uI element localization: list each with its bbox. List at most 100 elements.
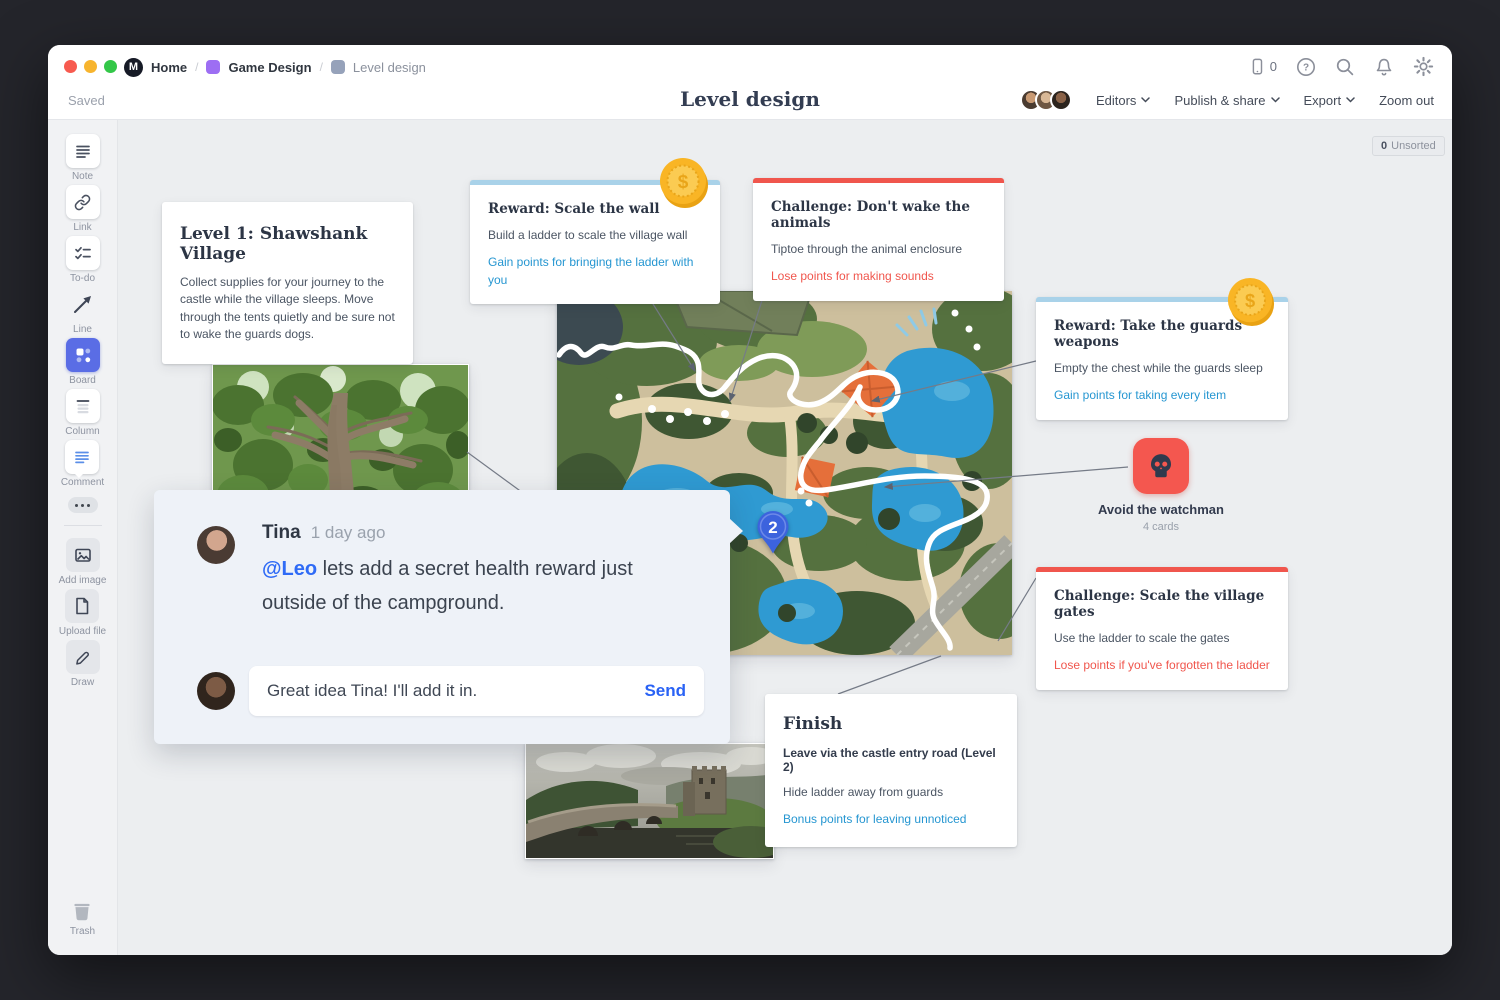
editors-label: Editors (1096, 93, 1136, 108)
draw-icon (66, 640, 100, 674)
avatar (197, 672, 235, 710)
note-card-reward-wall[interactable]: $ Reward: Scale the wall Build a ladder … (470, 180, 720, 304)
column-icon (66, 389, 100, 423)
link-icon (66, 185, 100, 219)
chevron-down-icon (1271, 97, 1280, 103)
sidebar-item-upload-file[interactable]: Upload file (59, 589, 106, 637)
sidebar-item-label: Board (69, 375, 96, 386)
sidebar-item-link[interactable]: Link (66, 185, 100, 233)
project-board-icon (206, 60, 220, 74)
editors-menu[interactable]: Editors (1096, 93, 1150, 108)
header: M Home / Game Design / Level design 0 ? (48, 45, 1452, 120)
phone-icon (1248, 57, 1266, 77)
publish-share-menu[interactable]: Publish & share (1174, 93, 1279, 108)
search-button[interactable] (1335, 57, 1355, 77)
zoom-out-button[interactable]: Zoom out (1379, 93, 1434, 108)
breadcrumb-separator: / (320, 60, 323, 74)
sidebar-item-column[interactable]: Column (65, 389, 99, 437)
svg-text:2: 2 (768, 518, 777, 537)
sidebar-item-label: Add image (59, 575, 107, 586)
header-icons: 0 ? (1248, 56, 1434, 77)
board-canvas[interactable]: 0Unsorted (118, 120, 1452, 955)
note-card-level1[interactable]: Level 1: Shawshank Village Collect suppl… (162, 202, 413, 364)
upload-file-icon (65, 589, 99, 623)
sidebar-item-note[interactable]: Note (66, 134, 100, 182)
avatar (197, 526, 235, 564)
note-card-finish[interactable]: Finish Leave via the castle entry road (… (765, 694, 1017, 847)
sidebar-item-line[interactable]: Line (66, 287, 100, 335)
sidebar-item-label: Note (72, 171, 93, 182)
card-title: Level 1: Shawshank Village (180, 224, 395, 264)
mobile-device-button[interactable]: 0 (1248, 57, 1277, 77)
breadcrumb-separator: / (195, 60, 198, 74)
board-card-count: 4 cards (1066, 521, 1256, 533)
breadcrumb-current[interactable]: Level design (353, 60, 426, 75)
card-highlight: Lose points if you've forgotten the ladd… (1054, 657, 1270, 674)
svg-text:$: $ (1245, 290, 1255, 311)
card-body: Hide ladder away from guards (783, 784, 999, 801)
export-menu[interactable]: Export (1304, 93, 1356, 108)
help-button[interactable]: ? (1296, 57, 1316, 77)
note-card-reward-weapons[interactable]: $ Reward: Take the guards weapons Empty … (1036, 297, 1288, 420)
sidebar-item-todo[interactable]: To-do (66, 236, 100, 284)
app-window: M Home / Game Design / Level design 0 ? (48, 45, 1452, 955)
card-title: Challenge: Don't wake the animals (771, 199, 986, 231)
maximize-window-button[interactable] (104, 60, 117, 73)
sidebar-item-label: Upload file (59, 626, 106, 637)
publish-share-label: Publish & share (1174, 93, 1265, 108)
todo-icon (66, 236, 100, 270)
sidebar-item-draw[interactable]: Draw (66, 640, 100, 688)
reply-input[interactable] (249, 681, 644, 701)
sidebar-item-label: To-do (70, 273, 95, 284)
comment-author: Tina (262, 522, 301, 543)
skull-icon (1146, 451, 1176, 481)
comment-icon (65, 440, 99, 474)
chevron-down-icon (1141, 97, 1150, 103)
board-card-watchman[interactable] (1133, 438, 1189, 494)
comment-text: lets add a secret health reward just out… (262, 558, 633, 614)
sidebar-item-label: Comment (61, 477, 104, 488)
more-tools-button[interactable] (68, 497, 98, 513)
sidebar-item-trash[interactable]: Trash (70, 899, 95, 937)
settings-button[interactable] (1413, 56, 1434, 77)
map-pin[interactable]: 2 (754, 509, 792, 557)
device-count: 0 (1270, 59, 1277, 74)
watchman-label-group: Avoid the watchman 4 cards (1066, 502, 1256, 533)
card-highlight: Gain points for bringing the ladder with… (488, 254, 702, 289)
board-icon (66, 338, 100, 372)
close-window-button[interactable] (64, 60, 77, 73)
header-controls: Editors Publish & share Export Zoom out (1020, 89, 1434, 111)
chevron-down-icon (1346, 97, 1355, 103)
unsorted-badge[interactable]: 0Unsorted (1372, 136, 1445, 156)
comment-timestamp: 1 day ago (311, 523, 386, 542)
send-button[interactable]: Send (644, 681, 704, 701)
card-title: Finish (783, 714, 999, 734)
minimize-window-button[interactable] (84, 60, 97, 73)
breadcrumb-project[interactable]: Game Design (228, 60, 311, 75)
breadcrumb-home[interactable]: Home (151, 60, 187, 75)
sidebar-item-add-image[interactable]: Add image (59, 538, 107, 586)
sidebar-item-label: Draw (71, 677, 94, 688)
card-body: Tiptoe through the animal enclosure (771, 241, 986, 258)
milanote-logo-icon[interactable]: M (124, 58, 143, 77)
card-line-bold: Leave via the castle entry road (Level 2… (783, 746, 999, 774)
mention-link[interactable]: @Leo (262, 558, 317, 580)
current-board-icon (331, 60, 345, 74)
avatar (1050, 89, 1072, 111)
card-body: Use the ladder to scale the gates (1054, 630, 1270, 647)
line-icon (66, 287, 100, 321)
add-image-icon (66, 538, 100, 572)
coin-icon: $ (1226, 277, 1276, 327)
gear-icon (1413, 56, 1434, 77)
castle-image[interactable] (525, 743, 774, 859)
note-card-challenge-gates[interactable]: Challenge: Scale the village gates Use t… (1036, 567, 1288, 690)
sidebar-item-comment[interactable]: Comment (61, 440, 104, 488)
svg-text:$: $ (678, 172, 689, 193)
editor-avatars[interactable] (1020, 89, 1072, 111)
unsorted-label: Unsorted (1391, 140, 1436, 152)
notifications-button[interactable] (1374, 57, 1394, 77)
sidebar-item-board[interactable]: Board (66, 338, 100, 386)
coin-icon: $ (658, 157, 710, 209)
note-card-challenge-animals[interactable]: Challenge: Don't wake the animals Tiptoe… (753, 178, 1004, 301)
comment-thread[interactable]: Tina 1 day ago @Leo lets add a secret hea… (154, 490, 730, 744)
